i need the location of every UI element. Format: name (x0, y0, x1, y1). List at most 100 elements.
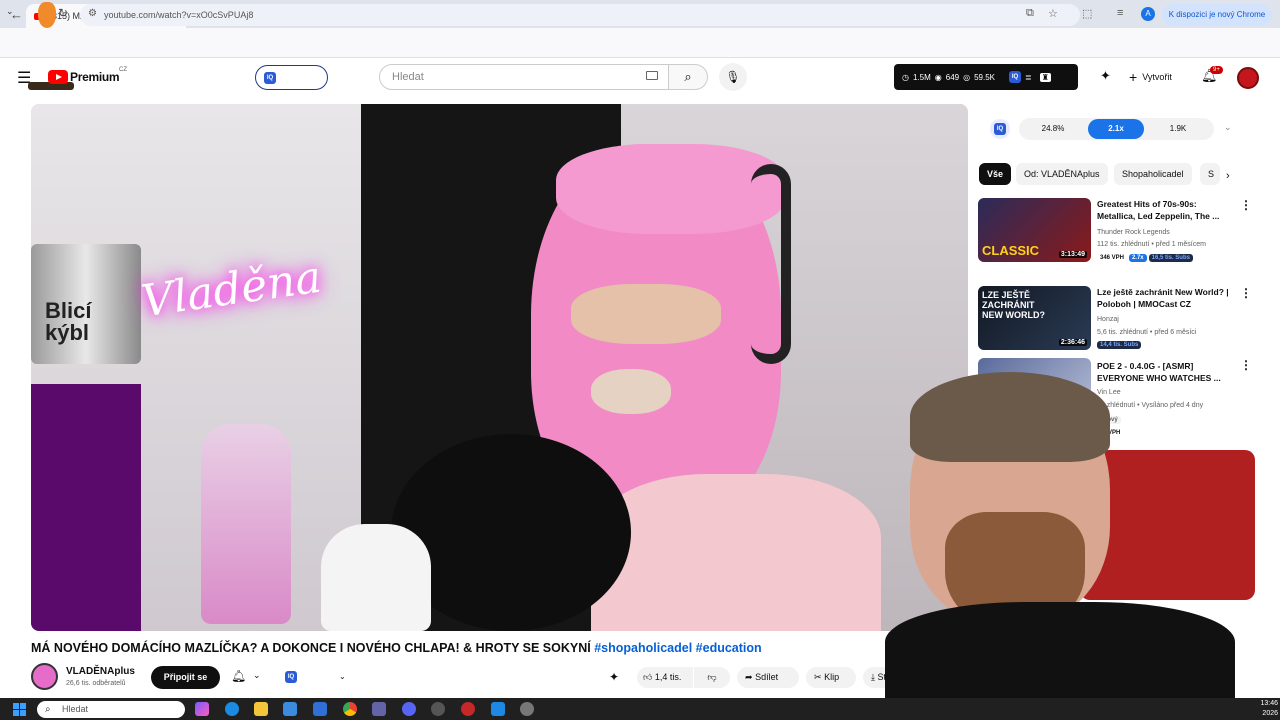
clip-button[interactable]: ✂ Klip (806, 667, 856, 688)
extensions-icon[interactable]: ⬚ (1082, 7, 1092, 20)
extension-gear-icon[interactable]: ✦ (609, 667, 619, 688)
share-icon: ➦ (745, 672, 753, 682)
site-info-icon[interactable]: ⚙ (88, 8, 97, 19)
video-title: MÁ NOVÉHO DOMÁCÍHO MAZLÍČKA? A DOKONCE I… (31, 641, 762, 655)
chevron-down-icon[interactable]: ⌄ (339, 672, 346, 681)
bucket-label: Blicí kýbl (45, 298, 92, 345)
white-cup (321, 524, 431, 631)
taskbar-clock[interactable]: 13:46 2026 (1250, 699, 1278, 719)
reload-icon[interactable]: ↻ (58, 6, 68, 20)
video-player[interactable]: Blicí kýbl Vladěna (31, 104, 968, 631)
chevron-down-icon[interactable]: ⌄ (1224, 122, 1232, 133)
stat-views: 1.5M (912, 72, 931, 82)
channel-subscribers: 26,6 tis. odběratelů (66, 680, 126, 687)
chip-more[interactable]: S (1200, 163, 1220, 185)
like-count: 1,4 tis. (654, 672, 682, 682)
rec-meta: 5,6 tis. zhlédnutí • před 6 měsíci (1097, 329, 1197, 336)
video-thumbnail[interactable]: LZE JEŠTĚ ZACHRÁNIT NEW WORLD? 2:36:46 (978, 286, 1091, 350)
rec-channel[interactable]: Honzaj (1097, 316, 1119, 323)
share-label: Sdílet (755, 672, 779, 682)
create-button[interactable]: + Vytvořit (1121, 63, 1191, 91)
file-explorer-icon[interactable] (254, 702, 268, 716)
clock-time: 13:46 (1260, 700, 1278, 707)
extension-gear-icon[interactable]: ✦ (1100, 68, 1111, 84)
chrome-icon[interactable] (343, 702, 357, 716)
vidiq-sidebar-logo[interactable]: IQ (990, 119, 1010, 139)
like-button[interactable]: 👍︎ 1,4 tis. (637, 667, 693, 688)
clock-icon: ◷ (902, 72, 909, 82)
search-icon: ⌕ (684, 69, 692, 84)
kpi-vph[interactable]: 1.9K (1150, 119, 1206, 139)
reading-list-icon[interactable]: ≡ (1117, 7, 1123, 19)
app-w-icon[interactable] (431, 702, 445, 716)
logo-region: CZ (119, 67, 127, 73)
share-button[interactable]: ➦ Sdílet (737, 667, 799, 688)
subs-badge: 16,5 tis. Subs (1148, 254, 1193, 262)
account-avatar[interactable] (1237, 67, 1259, 89)
list-icon[interactable]: ≣ (1025, 73, 1032, 82)
store-icon[interactable] (283, 702, 297, 716)
update-chrome-button[interactable]: K dispozici je nový Chrome (1162, 4, 1272, 26)
duration: 3:13:49 (1058, 251, 1087, 258)
vidiq-icon[interactable]: IQ (285, 671, 297, 683)
rec-title[interactable]: Lze ještě zachránit New World? | Poloboh… (1097, 286, 1237, 310)
clock-year: 2026 (1262, 710, 1278, 717)
windows-start-icon[interactable] (13, 703, 27, 717)
mail-icon[interactable] (313, 702, 327, 716)
taskbar-search-input[interactable]: ⌕ Hledat (37, 701, 185, 718)
search-icon: ⌕ (45, 704, 51, 715)
list-item[interactable]: LZE JEŠTĚ ZACHRÁNIT NEW WORLD? 2:36:46 L… (978, 286, 1252, 356)
subscription-bell-icon[interactable]: 🔔︎ (231, 669, 246, 683)
stat-likes: 59.5K (974, 72, 996, 82)
youtube-play-icon (48, 70, 68, 84)
face-mouth (591, 369, 671, 414)
stat-watching: 649 (945, 72, 960, 82)
channel-name[interactable]: VLADĚNAplus (66, 666, 135, 677)
kpi-engagement[interactable]: 24.8% (1025, 119, 1081, 139)
edge-icon[interactable] (225, 702, 239, 716)
thumbs-down-icon: 👎︎ (707, 672, 717, 682)
thumbnail-text: CLASSIC (982, 243, 1040, 258)
teams-icon[interactable] (372, 702, 386, 716)
kpi-outlier[interactable]: 2.1x (1088, 119, 1144, 139)
keyboard-icon[interactable] (646, 71, 658, 80)
pink-sweater (591, 474, 881, 631)
video-thumbnail[interactable]: CLASSIC 3:13:49 (978, 198, 1091, 262)
rec-channel[interactable]: Thunder Rock Legends (1097, 229, 1170, 236)
chip-shopaholicadel[interactable]: Shopaholicadel (1114, 163, 1192, 185)
youtube-logo[interactable]: Premium (48, 70, 120, 84)
install-app-icon[interactable]: ⧉ (1026, 7, 1034, 20)
channel-avatar[interactable] (31, 663, 58, 690)
address-bar[interactable]: youtube.com/watch?v=xO0cSvPUAj8 (80, 4, 1080, 26)
list-item[interactable]: CLASSIC 3:13:49 Greatest Hits of 70s-90s… (978, 198, 1252, 268)
streamer-hair (910, 372, 1110, 462)
rec-title[interactable]: Greatest Hits of 70s-90s: Metallica, Led… (1097, 198, 1237, 222)
obs-icon[interactable] (520, 702, 534, 716)
more-options-icon[interactable]: ⋮ (1240, 286, 1252, 300)
hashtag-link[interactable]: #education (696, 641, 762, 655)
search-button[interactable]: ⌕ (668, 64, 708, 90)
app-red-icon[interactable] (461, 702, 475, 716)
search-input[interactable]: Hledat (379, 64, 669, 90)
taskbar-search-placeholder: Hledat (62, 704, 89, 714)
app-blue-icon[interactable] (491, 702, 505, 716)
back-arrow-icon[interactable]: ← (10, 7, 23, 22)
chip-all[interactable]: Vše (979, 163, 1012, 185)
chevron-right-icon[interactable]: › (1226, 170, 1230, 182)
trophy-icon[interactable]: ♜ (1039, 72, 1051, 82)
discord-icon[interactable] (402, 702, 416, 716)
dislike-button[interactable]: 👎︎ (694, 667, 730, 688)
chip-channel[interactable]: Od: VLADĚNAplus (1016, 163, 1108, 185)
more-options-icon[interactable]: ⋮ (1240, 198, 1252, 212)
chevron-down-icon[interactable]: ⌄ (253, 670, 261, 681)
vidiq-icon[interactable]: IQ (1009, 71, 1022, 83)
join-button[interactable]: Připojit se (151, 666, 220, 689)
copilot-icon[interactable] (195, 702, 209, 716)
bookmark-star-icon[interactable]: ☆ (1048, 7, 1058, 20)
profile-avatar[interactable]: A (1141, 7, 1155, 21)
vidiq-pill[interactable]: IQ (255, 65, 328, 90)
microphone-icon[interactable]: 🎙 (719, 63, 747, 91)
plus-icon: + (1129, 69, 1138, 85)
streamer-shirt (885, 602, 1235, 702)
hashtag-link[interactable]: #shopaholicadel (594, 641, 692, 655)
